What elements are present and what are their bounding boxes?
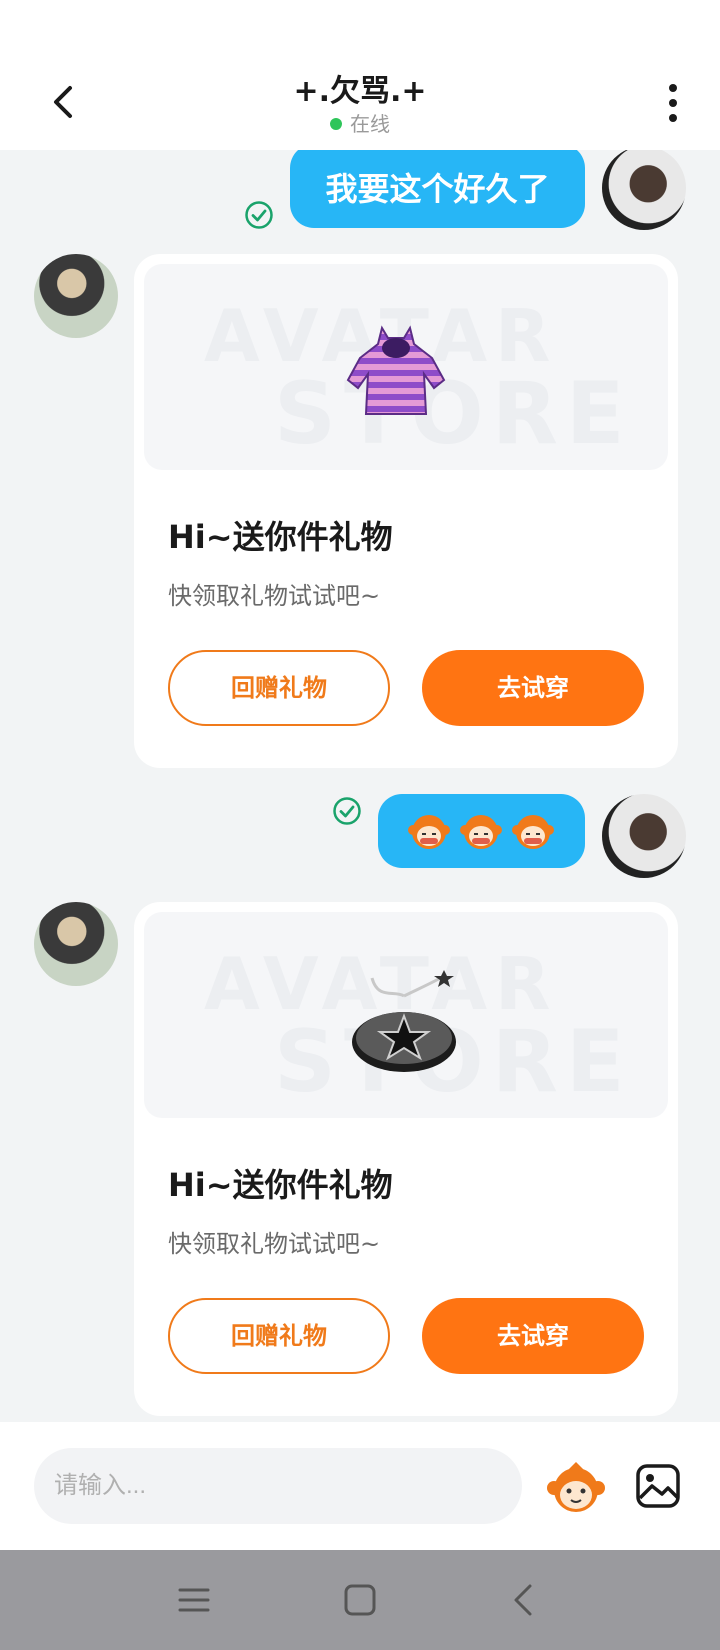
message-input[interactable] [34, 1448, 522, 1524]
more-options-button[interactable] [655, 78, 691, 128]
emoji-bubble[interactable] [378, 794, 585, 868]
star-disc-accessory-icon [352, 970, 456, 1072]
purple-striped-hoodie-icon [346, 325, 446, 415]
message-bubble[interactable]: 我要这个好久了 [290, 150, 585, 228]
chat-header: +.欠骂.+ 在线 [0, 60, 720, 150]
monkey-sticker-icon [408, 815, 450, 849]
nav-menu-button[interactable] [172, 1580, 216, 1620]
gift-card[interactable]: AVATAR STORE Hi~送你件礼物 快领取礼物试试吧~ 回赠礼物 去试穿 [134, 902, 678, 1416]
system-navigation-bar [0, 1550, 720, 1650]
online-status-label: 在线 [350, 112, 390, 136]
my-avatar[interactable] [602, 794, 686, 878]
return-gift-button[interactable]: 回赠礼物 [168, 650, 390, 726]
gift-card[interactable]: AVATAR STORE Hi~送你件礼物 快领取礼物试试吧~ 回赠礼物 去试穿 [134, 254, 678, 768]
gift-image: AVATAR STORE [144, 912, 668, 1118]
gift-card-subtitle: 快领取礼物试试吧~ [168, 582, 381, 610]
menu-icon [178, 1588, 210, 1612]
monkey-sticker-icon [460, 815, 502, 849]
gift-image: AVATAR STORE [144, 264, 668, 470]
image-button[interactable] [634, 1462, 682, 1510]
contact-avatar[interactable] [34, 902, 118, 986]
watermark-store: STORE [274, 364, 633, 464]
more-vertical-icon [669, 84, 677, 122]
status-bar-area [0, 0, 720, 60]
try-on-button[interactable]: 去试穿 [422, 650, 644, 726]
gift-card-subtitle: 快领取礼物试试吧~ [168, 1230, 381, 1258]
nav-back-button[interactable] [502, 1580, 546, 1620]
read-check-icon [332, 796, 362, 826]
my-avatar[interactable] [602, 150, 686, 230]
page-title: +.欠骂.+ [293, 74, 427, 109]
return-gift-button[interactable]: 回赠礼物 [168, 1298, 390, 1374]
online-status: 在线 [0, 108, 720, 137]
chat-message-list[interactable]: 我要这个好久了 AVATAR STORE Hi~送你件礼物 快领取礼物试试吧~ … [0, 150, 720, 1422]
message-text: 我要这个好久了 [325, 170, 550, 208]
gift-card-title: Hi~送你件礼物 [168, 518, 393, 556]
nav-home-button[interactable] [338, 1580, 382, 1620]
try-on-button[interactable]: 去试穿 [422, 1298, 644, 1374]
chevron-left-icon [514, 1584, 532, 1616]
monkey-sticker-icon [512, 815, 554, 849]
gift-card-title: Hi~送你件礼物 [168, 1166, 393, 1204]
message-composer [0, 1422, 720, 1550]
square-home-icon [344, 1584, 376, 1616]
read-check-icon [244, 200, 274, 230]
monkey-emoji-icon [547, 1462, 605, 1512]
online-dot-icon [330, 118, 342, 130]
image-icon [636, 1464, 680, 1508]
emoji-button[interactable] [546, 1458, 606, 1518]
contact-avatar[interactable] [34, 254, 118, 338]
